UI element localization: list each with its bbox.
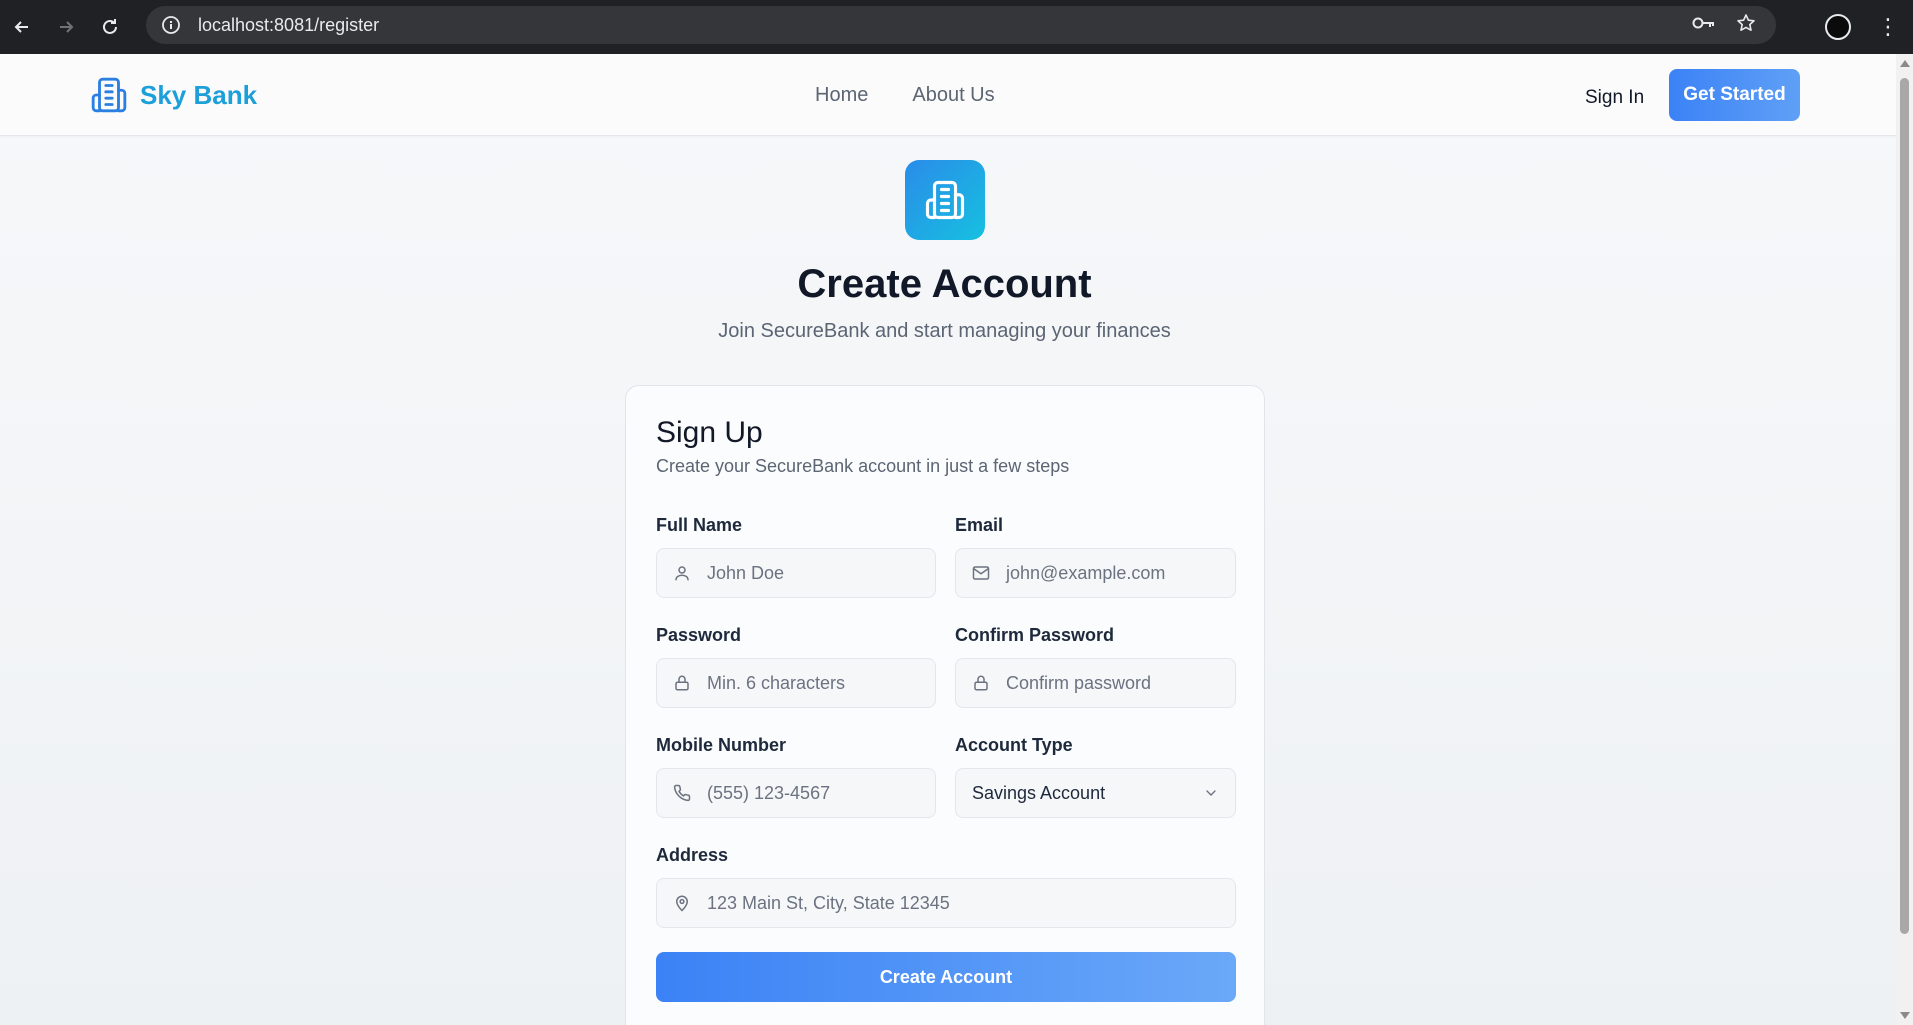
- full-name-field[interactable]: John Doe: [656, 548, 936, 598]
- page-scrollbar[interactable]: [1896, 54, 1913, 1025]
- account-type-label: Account Type: [955, 735, 1073, 755]
- building-icon: [925, 180, 965, 220]
- address-label: Address: [656, 845, 729, 865]
- back-button[interactable]: [0, 5, 44, 49]
- create-account-button[interactable]: Create Account: [656, 952, 1236, 1002]
- signup-card: Sign Up Create your SecureBank account i…: [625, 385, 1265, 1025]
- mobile-number-field[interactable]: (555) 123-4567: [656, 768, 936, 818]
- account-type-select[interactable]: Savings Account: [955, 768, 1236, 818]
- main-nav: Home About Us: [815, 84, 995, 107]
- page-title: Create Account: [797, 262, 1092, 306]
- site-header: Sky Bank Home About Us Sign In Get Start…: [0, 54, 1896, 136]
- reload-button[interactable]: [88, 5, 132, 49]
- scroll-up-icon[interactable]: [1900, 60, 1910, 67]
- page-viewport: Sky Bank Home About Us Sign In Get Start…: [0, 54, 1896, 1025]
- brand-name[interactable]: Sky Bank: [140, 80, 257, 111]
- brand-logo[interactable]: Sky Bank: [90, 76, 257, 114]
- arrow-left-icon: [14, 21, 28, 33]
- mail-icon: [970, 562, 992, 584]
- card-title: Sign Up: [656, 416, 763, 449]
- profile-avatar[interactable]: [1825, 14, 1851, 40]
- nav-home[interactable]: Home: [815, 84, 868, 107]
- confirm-password-field[interactable]: Confirm password: [955, 658, 1236, 708]
- nav-about-us[interactable]: About Us: [912, 84, 994, 107]
- page-subtitle: Join SecureBank and start managing your …: [718, 320, 1171, 342]
- scroll-thumb[interactable]: [1900, 78, 1909, 934]
- user-icon: [671, 562, 693, 584]
- confirm-password-placeholder: Confirm password: [1006, 672, 1152, 693]
- building-icon: [91, 77, 127, 113]
- address-placeholder: 123 Main St, City, State 12345: [707, 892, 950, 913]
- password-placeholder: Min. 6 characters: [707, 672, 846, 693]
- address-field[interactable]: 123 Main St, City, State 12345: [656, 878, 1236, 928]
- hero-logo: [905, 160, 985, 240]
- arrow-right-icon: [60, 21, 74, 33]
- full-name-placeholder: John Doe: [707, 562, 785, 583]
- address-bar[interactable]: localhost:8081/register: [146, 6, 1776, 44]
- info-icon[interactable]: [152, 6, 190, 44]
- password-field[interactable]: Min. 6 characters: [656, 658, 936, 708]
- confirm-password-label: Confirm Password: [955, 625, 1115, 645]
- lock-icon: [970, 672, 992, 694]
- email-placeholder: john@example.com: [1006, 562, 1166, 583]
- card-subtitle: Create your SecureBank account in just a…: [656, 456, 1070, 476]
- map-pin-icon: [671, 892, 693, 914]
- reload-icon: [103, 19, 117, 34]
- key-icon[interactable]: [1692, 15, 1716, 36]
- chevron-down-icon: [1203, 785, 1219, 806]
- email-field[interactable]: john@example.com: [955, 548, 1236, 598]
- get-started-button[interactable]: Get Started: [1669, 69, 1800, 121]
- sign-in-link[interactable]: Sign In: [1585, 87, 1644, 109]
- password-label: Password: [656, 625, 742, 645]
- kebab-menu-icon[interactable]: ⋮: [1877, 14, 1899, 40]
- mobile-number-label: Mobile Number: [656, 735, 787, 755]
- email-label: Email: [955, 515, 1004, 535]
- star-icon[interactable]: [1736, 13, 1756, 38]
- lock-icon: [671, 672, 693, 694]
- mobile-number-placeholder: (555) 123-4567: [707, 782, 831, 803]
- phone-icon: [671, 782, 693, 804]
- browser-toolbar: localhost:8081/register ⋮: [0, 0, 1913, 54]
- scroll-down-icon[interactable]: [1900, 1012, 1910, 1019]
- full-name-label: Full Name: [656, 515, 743, 535]
- url-text[interactable]: localhost:8081/register: [198, 15, 379, 36]
- account-type-value: Savings Account: [972, 782, 1106, 803]
- forward-button[interactable]: [44, 5, 88, 49]
